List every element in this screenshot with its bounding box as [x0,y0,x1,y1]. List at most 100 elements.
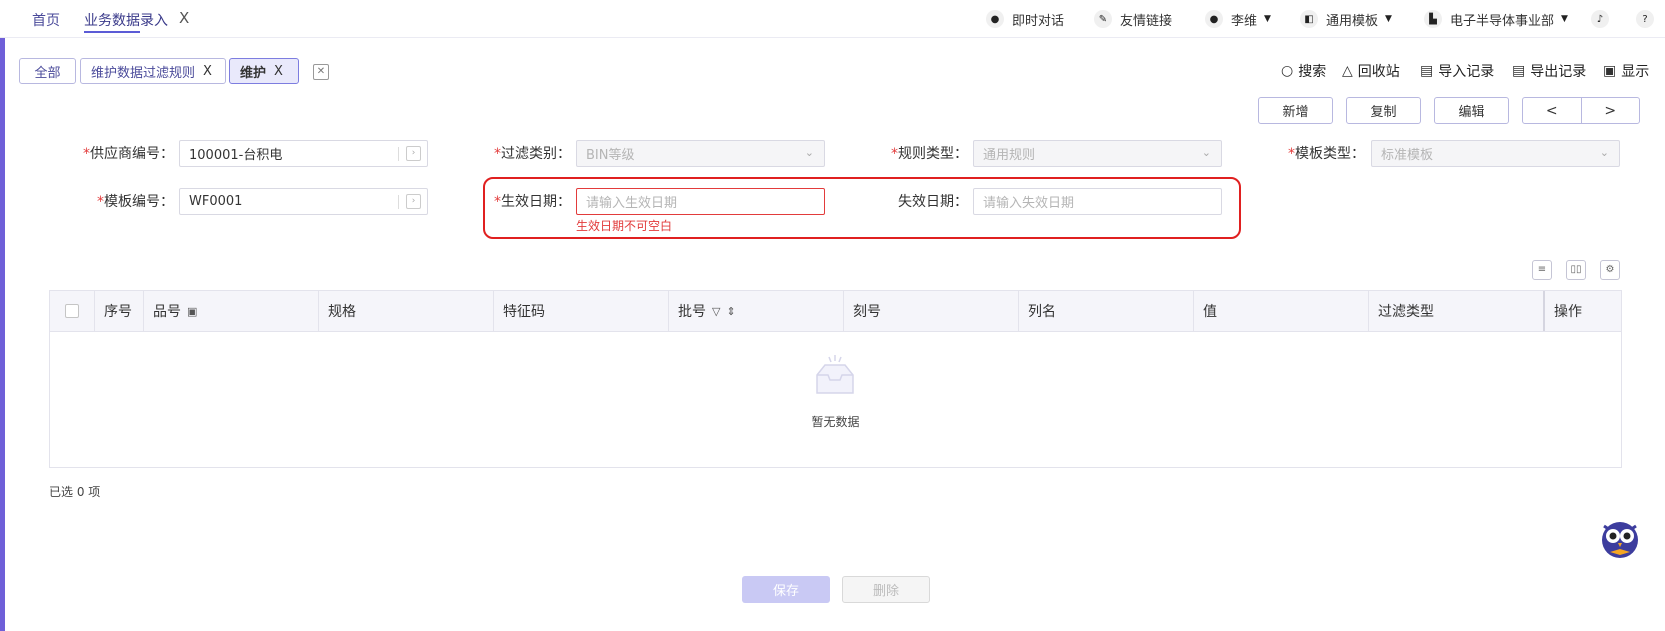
picker-icon[interactable]: › [406,146,421,161]
department-label: 电子半导体事业部 [1450,13,1555,29]
page: 首页 业务数据录入 X ● 即时对话 ✎ 友情链接 ● 李维 ▼ ◧ 通用模板 … [0,0,1665,631]
sort-icon[interactable]: ⇕ [726,305,735,318]
col-batch-no: 批号 ▽ ⇕ [668,291,843,331]
import-log-action[interactable]: ▤ 导入记录 [1420,61,1494,81]
chat-label: 即时对话 [1012,13,1065,29]
display-action[interactable]: ▣ 显示 [1603,61,1649,81]
pager-buttons: < > [1522,97,1640,124]
subtab-filter-rules-label: 维护数据过滤规则 [91,65,196,81]
chevron-down-icon: ⌄ [804,146,814,159]
bell-icon: ♪ [1591,10,1609,28]
empty-text: 暂无数据 [811,415,860,429]
col-mark-no: 刻号 [843,291,1018,331]
close-tab-icon[interactable]: X [179,9,189,27]
template-no-label: *模板编号： [97,194,174,210]
rule-type-value: 通用规则 [983,148,1036,163]
supplier-label: *供应商编号： [83,146,174,162]
building-icon: ▙ [1424,10,1442,28]
image-icon[interactable]: ▣ [187,305,197,318]
filter-icon[interactable]: ▽ [712,305,720,318]
close-all-tabs-icon[interactable]: ✕ [313,64,329,80]
links-label: 友情链接 [1120,13,1173,29]
col-actions: 操作 [1543,291,1613,331]
subtab-filter-rules[interactable]: 维护数据过滤规则 X [80,58,226,84]
chat-icon: ● [986,10,1004,28]
search-icon: ○ [1281,63,1294,79]
caret-down-icon: ▼ [1561,14,1568,24]
top-bar: 首页 业务数据录入 X ● 即时对话 ✎ 友情链接 ● 李维 ▼ ◧ 通用模板 … [0,0,1665,38]
close-icon[interactable]: X [203,64,212,79]
delete-button[interactable]: 删除 [842,576,930,603]
caret-down-icon: ▼ [1385,14,1392,24]
assistant-owl-icon[interactable] [1598,516,1642,560]
caret-down-icon: ▼ [1264,14,1271,24]
supplier-field[interactable]: 100001-台积电 › [179,140,428,167]
user-menu[interactable]: ● 李维 ▼ [1205,9,1271,29]
department-menu[interactable]: ▙ 电子半导体事业部 ▼ [1424,9,1568,29]
user-icon: ● [1205,10,1223,28]
filter-category-value: BIN等级 [586,148,635,163]
column-order-icon[interactable]: ≡ [1532,260,1552,280]
link-icon: ✎ [1094,10,1112,28]
data-table: 序号 品号 ▣ 规格 特征码 批号 ▽ ⇕ 刻号 列名 值 过滤类型 操作 暂无数据 [49,290,1622,468]
picker-icon[interactable]: › [406,194,421,209]
col-filter-type: 过滤类型 [1368,291,1543,331]
prev-record-button[interactable]: < [1523,98,1582,123]
copy-button[interactable]: 复制 [1346,97,1421,124]
search-action[interactable]: ○ 搜索 [1281,61,1326,81]
template-no-field[interactable]: WF0001 › [179,188,428,215]
template-menu[interactable]: ◧ 通用模板 ▼ [1300,9,1392,29]
import-log-label: 导入记录 [1438,64,1495,80]
col-spec: 规格 [318,291,493,331]
search-label: 搜索 [1298,64,1327,80]
template-icon: ◧ [1300,10,1318,28]
col-column-name: 列名 [1018,291,1193,331]
col-feature-code: 特征码 [493,291,668,331]
display-label: 显示 [1621,64,1650,80]
rule-type-select: 通用规则 ⌄ [973,140,1222,167]
tab-home[interactable]: 首页 [32,10,60,30]
col-value: 值 [1193,291,1368,331]
subtab-all-label: 全部 [34,65,61,81]
empty-box-icon [816,355,854,394]
tab-business-data-entry[interactable]: 业务数据录入 [84,10,168,30]
help-button[interactable]: ? [1636,9,1662,29]
template-type-select: 标准模板 ⌄ [1371,140,1620,167]
recycle-action[interactable]: △ 回收站 [1342,61,1400,81]
export-log-action[interactable]: ▤ 导出记录 [1512,61,1586,81]
recycle-label: 回收站 [1357,64,1400,80]
col-item-no: 品号 ▣ [143,291,318,331]
chevron-down-icon: ⌄ [1599,146,1609,159]
subtab-maintain-label: 维护 [240,65,267,81]
chevron-down-icon: ⌄ [1201,146,1211,159]
template-type-label: *模板类型： [1288,146,1365,162]
select-all-checkbox[interactable] [65,304,79,318]
template-no-value: WF0001 [189,194,243,209]
import-icon: ▤ [1420,63,1434,79]
add-button[interactable]: 新增 [1258,97,1333,124]
subtab-maintain[interactable]: 维护 X [229,58,299,84]
subtab-all[interactable]: 全部 [19,58,76,84]
user-name: 李维 [1231,13,1258,29]
select-all-cell [50,291,94,331]
export-icon: ▤ [1512,63,1526,79]
active-tab-indicator [84,31,140,33]
edit-button[interactable]: 编辑 [1434,97,1509,124]
links-button[interactable]: ✎ 友情链接 [1094,9,1172,29]
rule-type-label: *规则类型： [891,146,968,162]
left-accent-bar [0,38,5,631]
table-header: 序号 品号 ▣ 规格 特征码 批号 ▽ ⇕ 刻号 列名 值 过滤类型 操作 [50,291,1621,332]
table-settings-icon[interactable]: ⚙ [1600,260,1620,280]
save-button[interactable]: 保存 [742,576,830,603]
filter-category-label: *过滤类别： [494,146,571,162]
chat-button[interactable]: ● 即时对话 [986,9,1064,29]
template-type-value: 标准模板 [1381,148,1434,163]
display-settings-icon: ▣ [1603,63,1617,79]
next-record-button[interactable]: > [1582,98,1640,123]
column-width-icon[interactable]: ▯▯ [1566,260,1586,280]
notification-button[interactable]: ♪ [1591,9,1617,29]
recycle-icon: △ [1342,63,1353,79]
template-label: 通用模板 [1326,13,1379,29]
close-icon[interactable]: X [274,64,283,79]
export-log-label: 导出记录 [1530,64,1587,80]
